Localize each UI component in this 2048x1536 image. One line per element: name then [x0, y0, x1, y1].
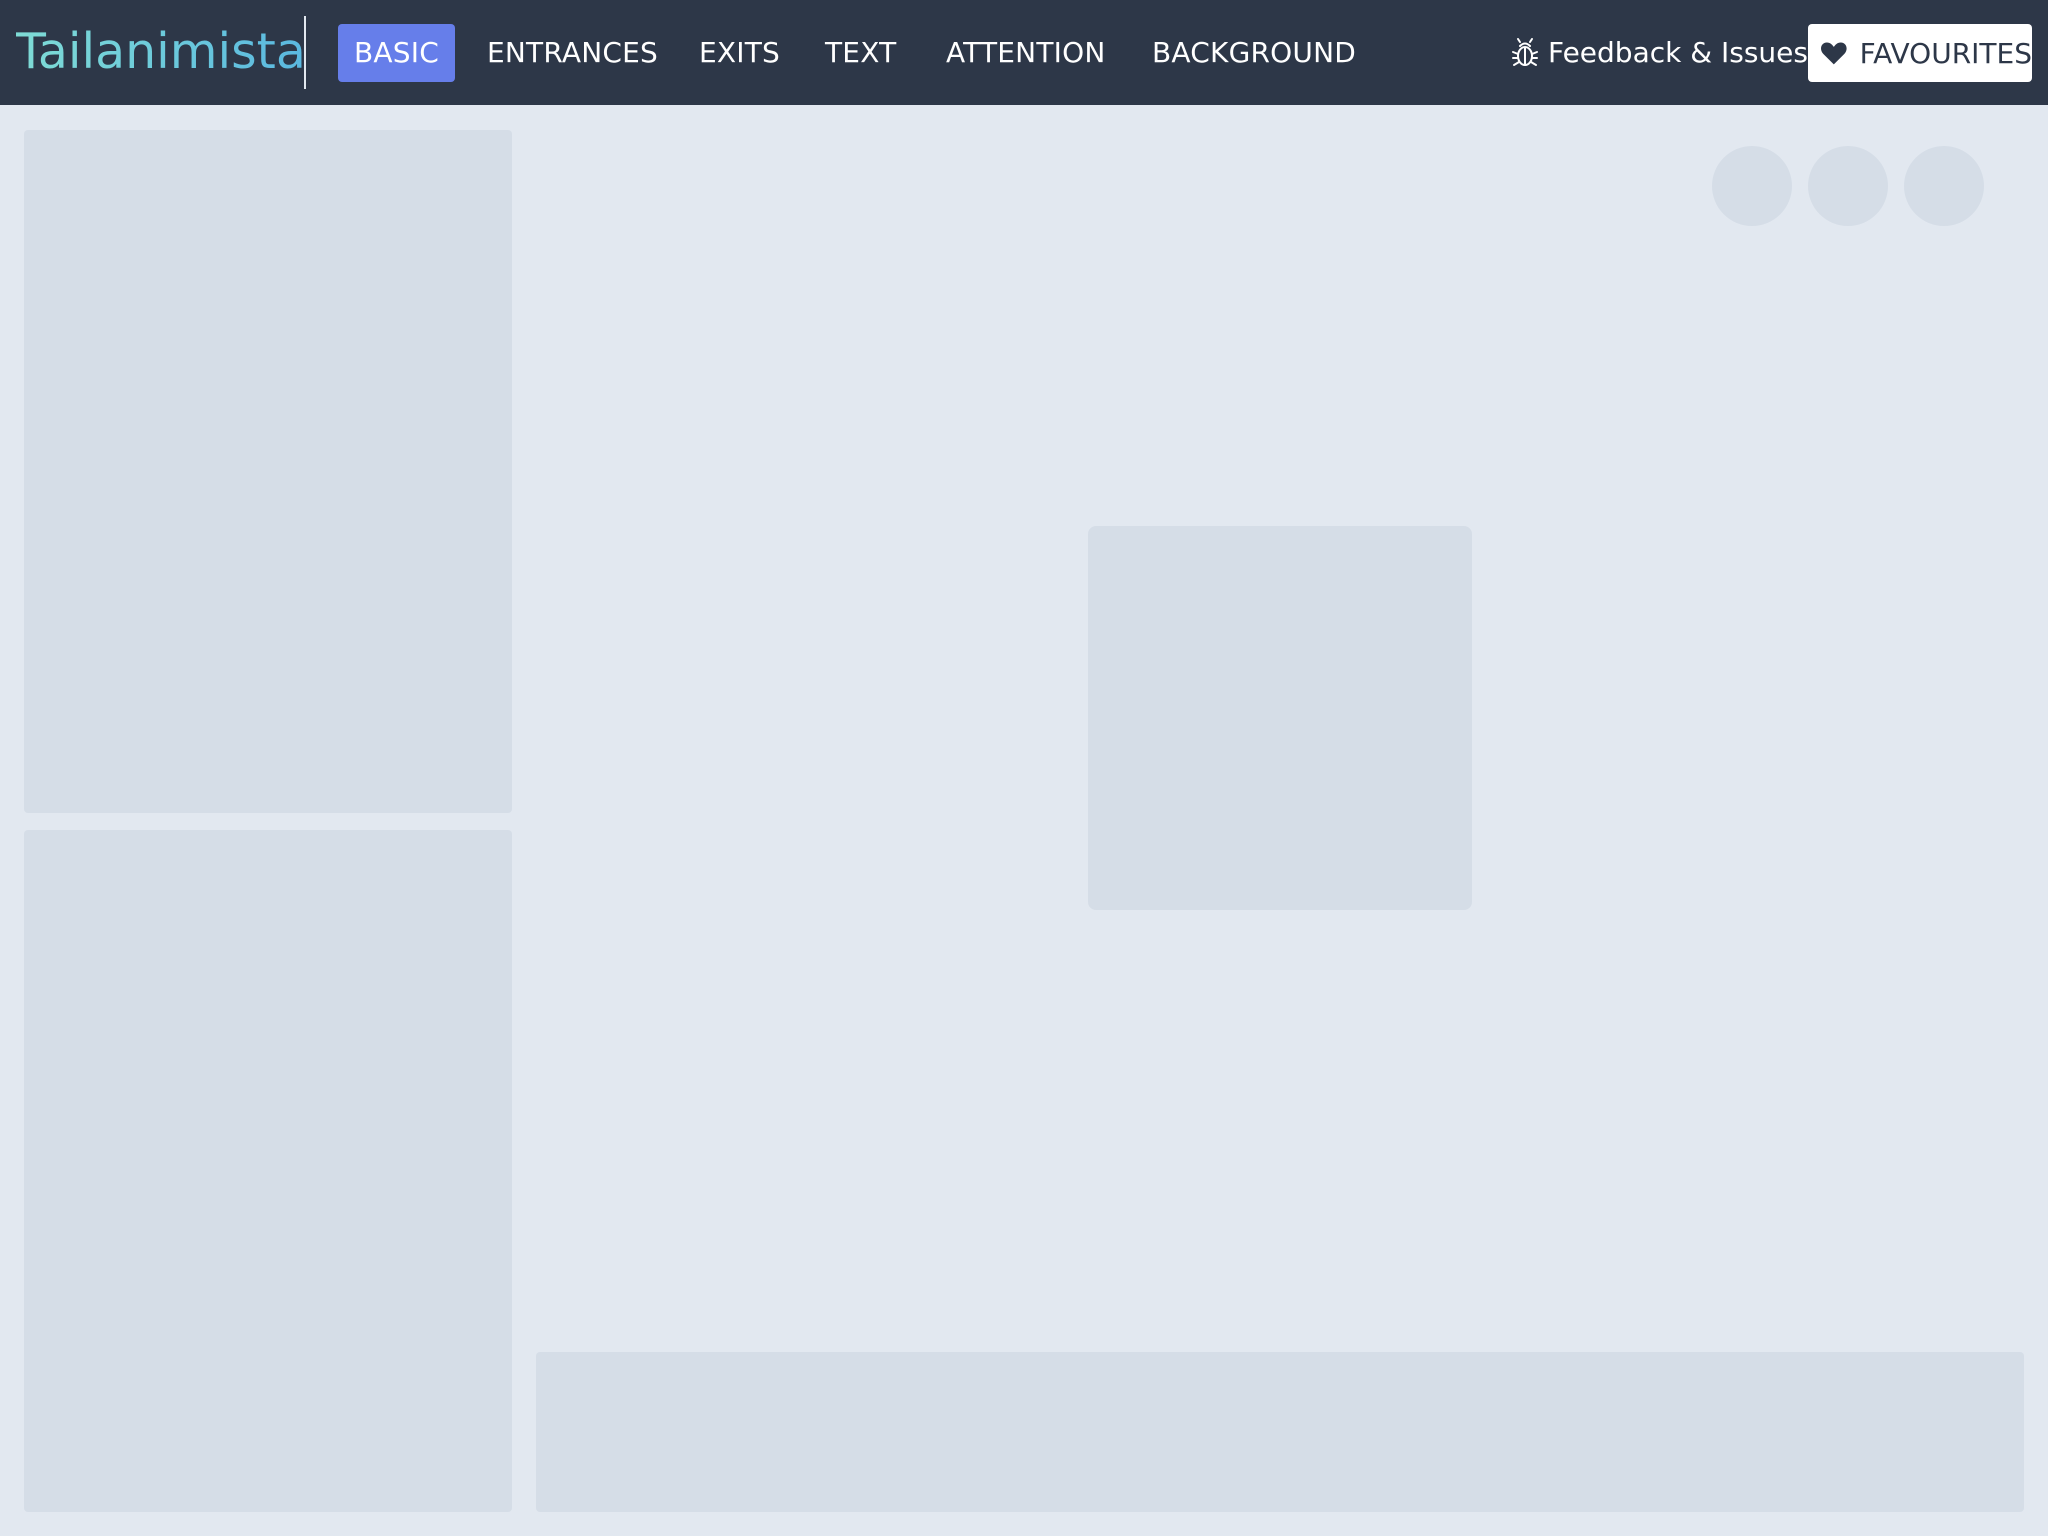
toolbar-button-skeleton-2 [1808, 146, 1888, 226]
toolbar-button-skeleton-1 [1712, 146, 1792, 226]
toolbar-button-skeleton-3 [1904, 146, 1984, 226]
code-panel-skeleton [536, 1352, 2024, 1512]
feedback-link[interactable]: Feedback & Issues [1510, 24, 1808, 82]
bug-icon [1512, 38, 1538, 66]
nav-tab-basic[interactable]: BASIC [338, 24, 455, 82]
feedback-label: Feedback & Issues [1548, 36, 1808, 69]
sidebar-skeleton-bottom [24, 830, 512, 1512]
brand-logo[interactable]: Tailanimista [16, 22, 306, 82]
top-navbar: Tailanimista BASIC ENTRANCES EXITS TEXT … [0, 0, 2048, 105]
favourites-label: FAVOURITES [1859, 36, 2032, 70]
preview-box-skeleton [1088, 526, 1472, 910]
nav-tab-exits[interactable]: EXITS [699, 24, 780, 82]
nav-tab-attention[interactable]: ATTENTION [946, 24, 1105, 82]
nav-tab-entrances[interactable]: ENTRANCES [487, 24, 658, 82]
nav-tab-background[interactable]: BACKGROUND [1152, 24, 1356, 82]
brand-divider [304, 16, 306, 89]
favourites-button[interactable]: FAVOURITES [1808, 24, 2032, 82]
nav-tab-text[interactable]: TEXT [825, 24, 896, 82]
sidebar-skeleton-top [24, 130, 512, 813]
heart-icon [1821, 42, 1847, 65]
